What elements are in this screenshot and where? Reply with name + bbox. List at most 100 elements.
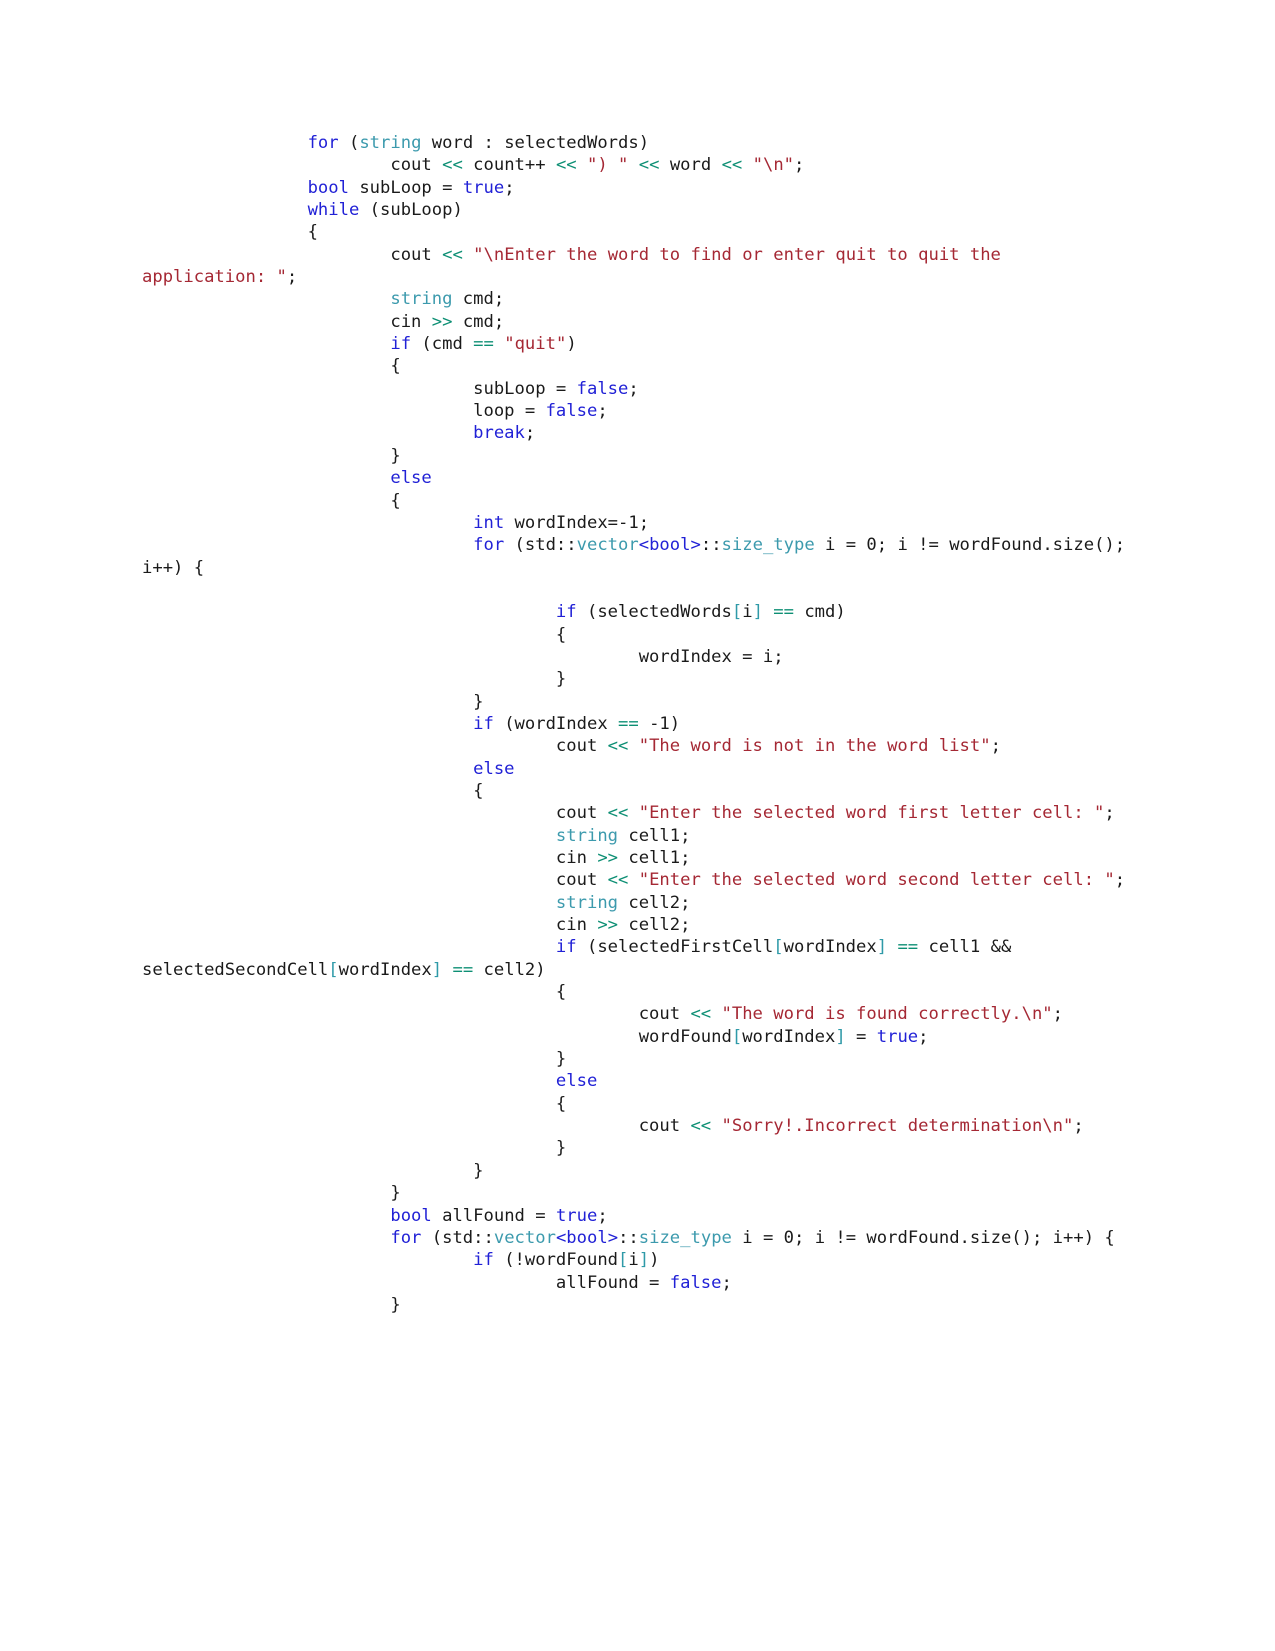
code-token-op: <<: [555, 155, 577, 176]
code-token-pl: i: [628, 1250, 639, 1271]
code-token-pl: ): [566, 334, 577, 355]
code-token-brk: [: [328, 959, 339, 980]
code-token-op: <<: [607, 736, 629, 757]
code-token-brk: ]: [638, 1250, 650, 1271]
code-token-op: <<: [638, 155, 660, 176]
code-token-pl: cin: [142, 311, 432, 332]
code-token-pl: subLoop =: [142, 378, 577, 399]
code-token-pl: cell2): [473, 959, 546, 980]
code-token-pl: {: [142, 982, 567, 1003]
code-token-pl: ;: [628, 378, 639, 399]
code-token-pl: (std::: [504, 535, 577, 556]
code-token-pl: ): [649, 1250, 660, 1271]
code-token-str: "Enter the selected word second letter c…: [638, 870, 1115, 891]
code-line: cin >> cmd;: [142, 311, 1133, 333]
code-token-pl: ;: [794, 155, 805, 176]
code-token-op: ==: [473, 334, 494, 355]
code-line: break;: [142, 422, 1133, 444]
code-line: for (string word : selectedWords): [142, 132, 1133, 154]
code-token-op: <<: [690, 1116, 712, 1137]
code-token-pl: {: [142, 356, 401, 377]
code-line: string cell1;: [142, 825, 1133, 847]
code-token-pl: ;: [286, 267, 298, 288]
code-token-pl: wordIndex=-1;: [504, 512, 650, 533]
code-token-kw: for: [390, 1227, 422, 1248]
code-token-pl: (std::: [421, 1227, 494, 1248]
code-token-op: <<: [721, 155, 743, 176]
code-line: wordFound[wordIndex] = true;: [142, 1026, 1133, 1048]
code-token-op: >>: [431, 311, 453, 332]
code-token-pl: ;: [918, 1026, 929, 1047]
code-line: }: [142, 1294, 1133, 1316]
code-token-pl: (wordIndex: [493, 713, 619, 734]
code-token-kw: break: [473, 423, 525, 444]
code-token-type: vector: [493, 1227, 556, 1248]
code-token-pl: }: [142, 1294, 401, 1315]
code-token-kw: if: [473, 1250, 494, 1271]
code-token-kw: <: [555, 1227, 567, 1248]
code-token-str: "Sorry!.Incorrect determination\n": [721, 1116, 1074, 1137]
code-line: }: [142, 1048, 1133, 1070]
code-token-pl: cout: [142, 155, 443, 176]
code-token-pl: wordIndex: [742, 1026, 836, 1047]
code-token-pl: ;: [1073, 1116, 1084, 1137]
code-line: cout << "The word is not in the word lis…: [142, 735, 1133, 757]
code-line: allFound = false;: [142, 1272, 1133, 1294]
code-line: ​: [142, 579, 1133, 601]
code-token-pl: cout: [142, 244, 443, 265]
code-token-pl: (selectedFirstCell: [576, 937, 774, 958]
code-token-kw: false: [669, 1272, 722, 1293]
code-token-str: "The word is found correctly.\n": [721, 1004, 1053, 1025]
code-token-type: string: [390, 289, 453, 310]
code-line: cout << count++ << ") " << word << "\n";: [142, 154, 1133, 176]
code-token-pl: cout: [142, 870, 608, 891]
code-token-pl: cell1;: [618, 825, 691, 846]
code-line: {: [142, 780, 1133, 802]
code-token-pl: allFound =: [142, 1272, 670, 1293]
code-token-pl: wordFound: [142, 1026, 732, 1047]
code-line: }: [142, 668, 1133, 690]
code-token-pl: cin: [142, 848, 598, 868]
code-line: bool allFound = true;: [142, 1205, 1133, 1227]
code-token-kw: true: [555, 1205, 598, 1226]
code-token-pl: cout: [142, 1116, 691, 1137]
code-token-kw: int: [473, 512, 505, 533]
code-line: for (std::vector<bool>::size_type i = 0;…: [142, 534, 1133, 579]
code-token-pl: =: [845, 1026, 877, 1047]
code-token-pl: }: [142, 1138, 567, 1159]
code-token-pl: cin: [142, 915, 598, 936]
code-token-str: "The word is not in the word list": [638, 736, 991, 757]
code-token-pl: ;: [990, 736, 1001, 757]
code-token-pl: -1): [638, 713, 681, 734]
code-token-op: ==: [773, 602, 794, 623]
code-token-str: "\n": [752, 155, 795, 176]
code-token-pl: (!wordFound: [493, 1250, 619, 1271]
code-token-pl: ;: [1114, 870, 1126, 891]
code-token-str: ") ": [587, 155, 629, 176]
code-line: while (subLoop): [142, 199, 1133, 221]
code-line: cout << "Sorry!.Incorrect determination\…: [142, 1115, 1133, 1137]
code-token-kw: <: [638, 535, 650, 556]
code-token-kw: for: [473, 535, 505, 556]
code-token-type: size_type: [638, 1227, 732, 1248]
code-token-kw: true: [462, 177, 505, 198]
code-token-pl: ::: [618, 1227, 639, 1248]
code-token-kw: false: [545, 401, 598, 422]
code-token-pl: word : selectedWords): [421, 133, 650, 153]
